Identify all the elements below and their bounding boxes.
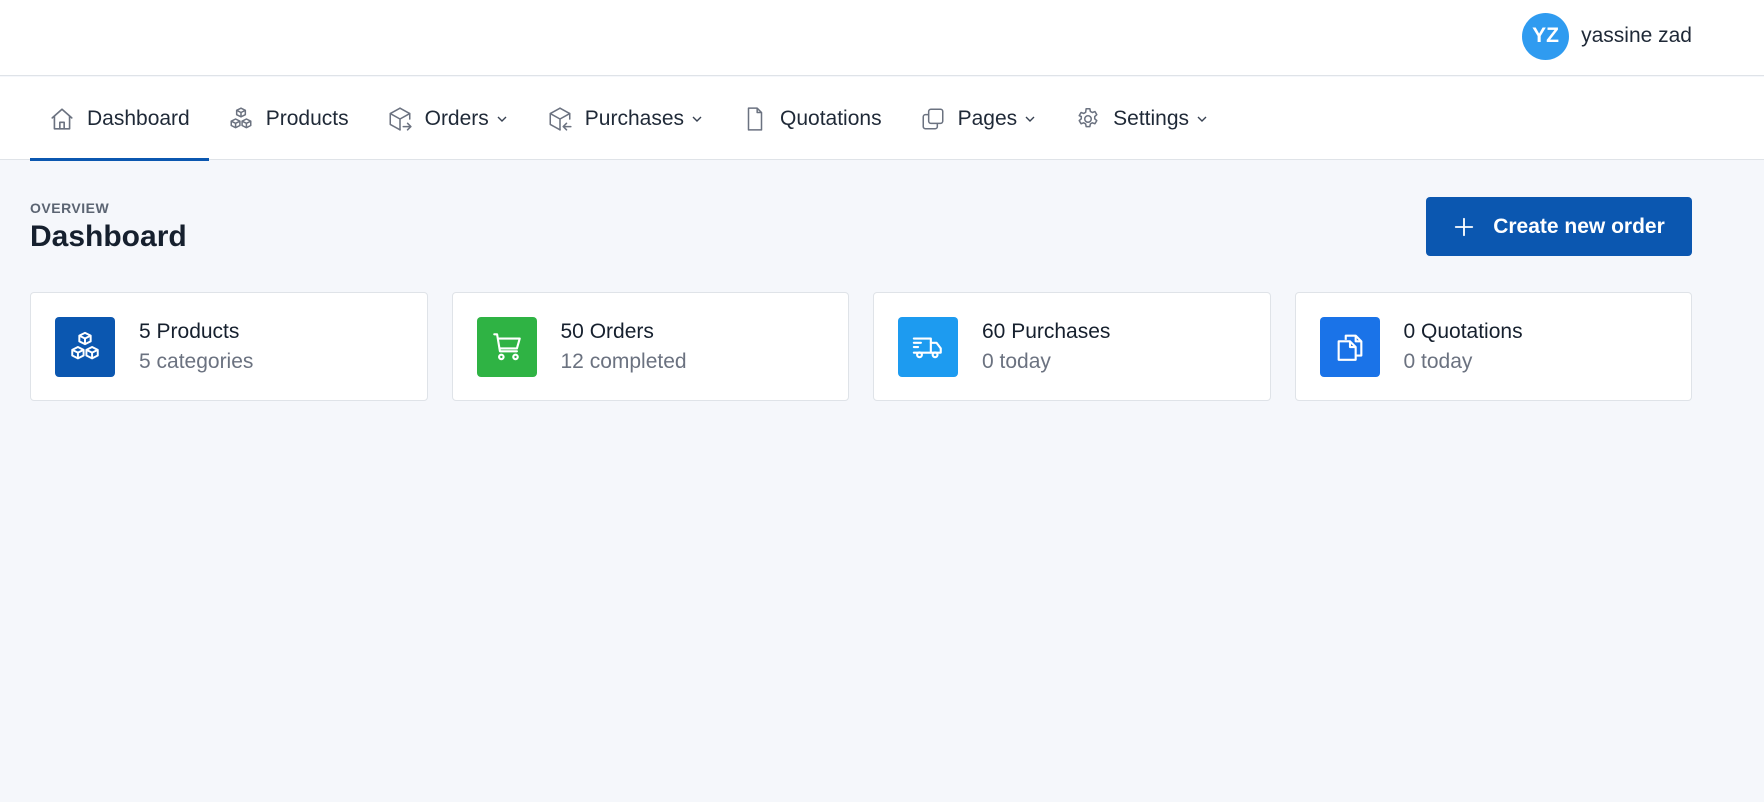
chevron-down-icon [1195, 112, 1209, 126]
page-header: OVERVIEW Dashboard [30, 200, 187, 254]
stat-card-products[interactable]: 5 Products 5 categories [30, 292, 428, 401]
chevron-down-icon [495, 112, 509, 126]
chevron-down-icon [1023, 112, 1037, 126]
nav-item-dashboard[interactable]: Dashboard [30, 77, 209, 161]
cart-icon [476, 316, 537, 377]
stats-cards: 5 Products 5 categories 50 Orders 12 com… [30, 292, 1692, 401]
nav-item-orders[interactable]: Orders [368, 77, 528, 160]
stat-card-title: 0 Quotations [1403, 319, 1523, 343]
stat-card-title: 60 Purchases [982, 319, 1111, 343]
stat-card-purchases[interactable]: 60 Purchases 0 today [873, 292, 1271, 401]
nav-item-settings[interactable]: Settings [1056, 77, 1228, 160]
nav-item-pages[interactable]: Pages [901, 77, 1057, 160]
nav-label: Dashboard [87, 106, 190, 130]
home-icon [49, 106, 75, 132]
nav-label: Settings [1113, 106, 1190, 130]
nav-label: Pages [957, 106, 1018, 130]
stat-card-title: 50 Orders [560, 319, 654, 343]
page-title: Dashboard [30, 220, 187, 253]
stat-card-subtitle: 0 today [982, 349, 1051, 373]
create-new-order-label: Create new order [1493, 214, 1665, 238]
plus-icon [1455, 217, 1474, 236]
page-overline: OVERVIEW [30, 200, 110, 216]
truck-icon [898, 316, 958, 377]
user-menu[interactable]: YZ yassine zad [1522, 12, 1692, 60]
copy-icon [920, 106, 946, 132]
nav-label: Orders [424, 106, 489, 130]
gear-icon [1075, 106, 1101, 132]
user-name[interactable]: yassine zad [1581, 24, 1692, 48]
nav-item-quotations[interactable]: Quotations [723, 77, 901, 160]
nav-label: Quotations [780, 106, 882, 130]
box-in-icon [547, 106, 573, 132]
boxes-icon [55, 316, 115, 377]
avatar[interactable]: YZ [1522, 12, 1570, 60]
top-bar: YZ yassine zad [0, 0, 1764, 76]
file-icon [742, 106, 768, 132]
stat-card-orders[interactable]: 50 Orders 12 completed [451, 292, 849, 401]
stat-card-quotations[interactable]: 0 Quotations 0 today [1294, 292, 1692, 401]
chevron-down-icon [690, 112, 704, 126]
copy-icon [1319, 316, 1380, 377]
boxes-icon [228, 106, 254, 132]
stat-card-subtitle: 5 categories [139, 349, 254, 373]
nav-item-purchases[interactable]: Purchases [528, 77, 723, 160]
stat-card-subtitle: 12 completed [560, 349, 687, 373]
create-new-order-button[interactable]: Create new order [1426, 197, 1692, 256]
stat-card-subtitle: 0 today [1403, 349, 1473, 373]
box-out-icon [387, 106, 413, 132]
nav-label: Purchases [584, 106, 685, 130]
stat-card-title: 5 Products [139, 319, 240, 343]
nav-item-products[interactable]: Products [209, 77, 368, 160]
main-nav: Dashboard Products Orders Purchases Quot… [0, 77, 1764, 161]
nav-label: Products [265, 106, 349, 130]
